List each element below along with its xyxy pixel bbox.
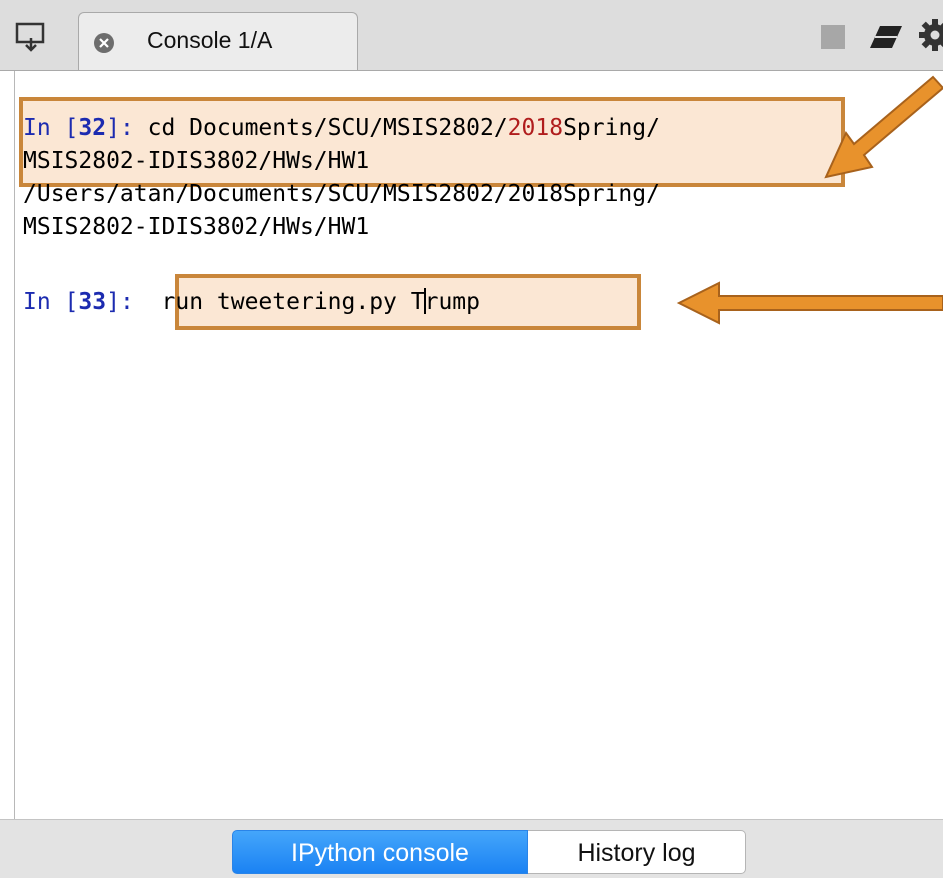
annotation-arrow-2 — [676, 281, 943, 325]
input-line-33[interactable]: In [33]: run tweetering.py Trump — [23, 288, 480, 315]
prompt-number-32: 32 — [78, 115, 107, 141]
bottom-tab-bar: IPython console History log — [0, 819, 943, 878]
console-tab-bar: Console 1/A — [0, 0, 943, 71]
output-line-2: MSIS2802-IDIS3802/HWs/HW1 — [23, 214, 370, 240]
pane-menu-icon[interactable] — [14, 20, 48, 54]
tab-label: Console 1/A — [147, 27, 273, 53]
ipython-console-output[interactable]: In [32]: cd Documents/SCU/MSIS2802/2018S… — [14, 71, 943, 819]
tab-ipython-console[interactable]: IPython console — [232, 830, 528, 874]
output-line-1: /Users/atan/Documents/SCU/MSIS2802/2018S… — [23, 181, 660, 207]
gear-icon[interactable] — [918, 18, 943, 52]
input-line-32-cont: MSIS2802-IDIS3802/HWs/HW1 — [23, 148, 370, 174]
input-text-after-cursor: rump — [424, 289, 480, 315]
stop-icon[interactable] — [820, 24, 846, 50]
input-text-before-cursor: run tweetering.py T — [161, 289, 425, 315]
prompt-number-33: 33 — [78, 289, 107, 315]
tab-console-1a[interactable]: Console 1/A — [78, 12, 358, 70]
annotation-arrow-1 — [824, 75, 943, 179]
input-line-32: In [32]: cd Documents/SCU/MSIS2802/2018S… — [23, 115, 660, 141]
close-icon[interactable] — [93, 32, 115, 54]
eraser-icon[interactable] — [866, 20, 906, 54]
tab-history-log[interactable]: History log — [528, 830, 746, 874]
